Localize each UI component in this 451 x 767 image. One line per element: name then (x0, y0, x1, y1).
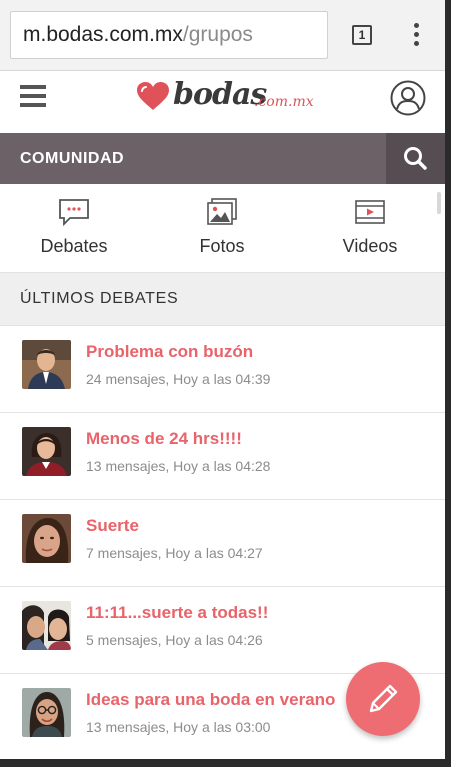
debate-item[interactable]: Problema con buzón 24 mensajes, Hoy a la… (0, 326, 445, 413)
url-domain: m.bodas.com.mx (23, 23, 183, 46)
tab-debates[interactable]: Debates (0, 184, 148, 272)
pencil-icon (369, 684, 398, 713)
site-header: bodas .com.mx (0, 71, 445, 133)
avatar[interactable] (22, 601, 71, 650)
user-avatar-icon[interactable] (390, 80, 426, 116)
heart-icon (137, 82, 169, 110)
debate-meta: 24 mensajes, Hoy a las 04:39 (86, 371, 271, 387)
debate-meta: 13 mensajes, Hoy a las 04:28 (86, 458, 271, 474)
tab-fotos[interactable]: Fotos (148, 184, 296, 272)
tab-switcher-button[interactable]: 1 (352, 25, 372, 45)
search-icon (404, 147, 427, 170)
overflow-menu-icon[interactable] (410, 23, 422, 49)
debate-meta: 5 mensajes, Hoy a las 04:26 (86, 632, 263, 648)
latest-debates-heading: ÚLTIMOS DEBATES (0, 273, 445, 326)
debate-title[interactable]: Menos de 24 hrs!!!! (86, 429, 242, 449)
avatar[interactable] (22, 514, 71, 563)
tab-videos-label: Videos (342, 236, 398, 256)
debate-item[interactable]: Suerte 7 mensajes, Hoy a las 04:27 (0, 500, 445, 587)
url-path: /grupos (182, 23, 253, 46)
address-bar[interactable]: m.bodas.com.mx/grupos (10, 11, 328, 59)
browser-toolbar: m.bodas.com.mx/grupos 1 (0, 0, 445, 71)
logo-wordmark: bodas (173, 77, 267, 112)
debate-meta: 7 mensajes, Hoy a las 04:27 (86, 545, 263, 561)
community-bar: COMUNIDAD (0, 133, 445, 184)
avatar[interactable] (22, 427, 71, 476)
tab-fotos-label: Fotos (199, 236, 245, 256)
logo-suffix: .com.mx (254, 94, 314, 110)
avatar[interactable] (22, 340, 71, 389)
debate-item[interactable]: 11:11...suerte a todas!! 5 mensajes, Hoy… (0, 587, 445, 674)
new-debate-button[interactable] (346, 662, 420, 736)
hamburger-icon[interactable] (20, 85, 46, 109)
phone-screen: m.bodas.com.mx/grupos 1 bodas .com.mx CO… (0, 0, 445, 759)
avatar[interactable] (22, 688, 71, 737)
debate-title[interactable]: Suerte (86, 516, 139, 536)
scrollbar-thumb[interactable] (437, 192, 441, 214)
latest-debates-title: ÚLTIMOS DEBATES (20, 290, 179, 307)
search-button[interactable] (386, 133, 445, 184)
photo-icon (207, 198, 237, 225)
debate-meta: 13 mensajes, Hoy a las 03:00 (86, 719, 271, 735)
chat-bubble-icon (59, 199, 89, 226)
tab-debates-label: Debates (40, 236, 108, 256)
debate-item[interactable]: Menos de 24 hrs!!!! 13 mensajes, Hoy a l… (0, 413, 445, 500)
video-icon (355, 200, 385, 224)
community-title[interactable]: COMUNIDAD (20, 133, 124, 184)
debate-title[interactable]: Ideas para una boda en verano (86, 690, 335, 710)
tab-videos[interactable]: Videos (296, 184, 444, 272)
section-tabs: Debates Fotos Videos (0, 184, 445, 273)
debate-title[interactable]: 11:11...suerte a todas!! (86, 603, 268, 623)
debate-title[interactable]: Problema con buzón (86, 342, 253, 362)
